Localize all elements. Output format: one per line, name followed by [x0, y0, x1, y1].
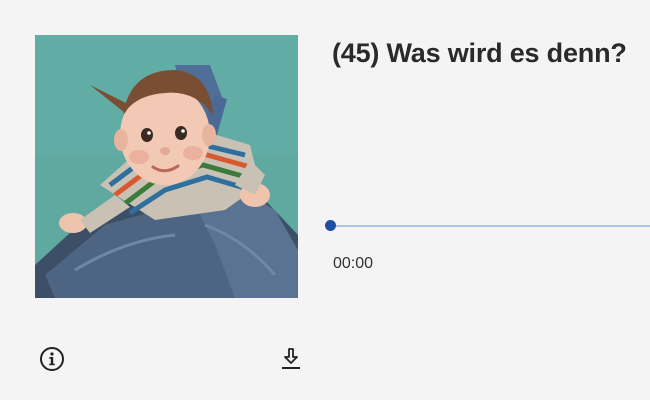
progress-thumb[interactable] [324, 220, 336, 231]
current-time: 00:00 [333, 255, 374, 272]
info-icon [39, 346, 65, 377]
episode-cover-image [35, 35, 298, 298]
progress-track[interactable] [330, 225, 650, 227]
download-icon [278, 346, 304, 377]
episode-title: (45) Was wird es denn? [332, 38, 627, 68]
info-button[interactable] [38, 346, 66, 377]
audio-player: (45) Was wird es denn? 00:00 [0, 0, 650, 400]
download-button[interactable] [277, 347, 305, 375]
